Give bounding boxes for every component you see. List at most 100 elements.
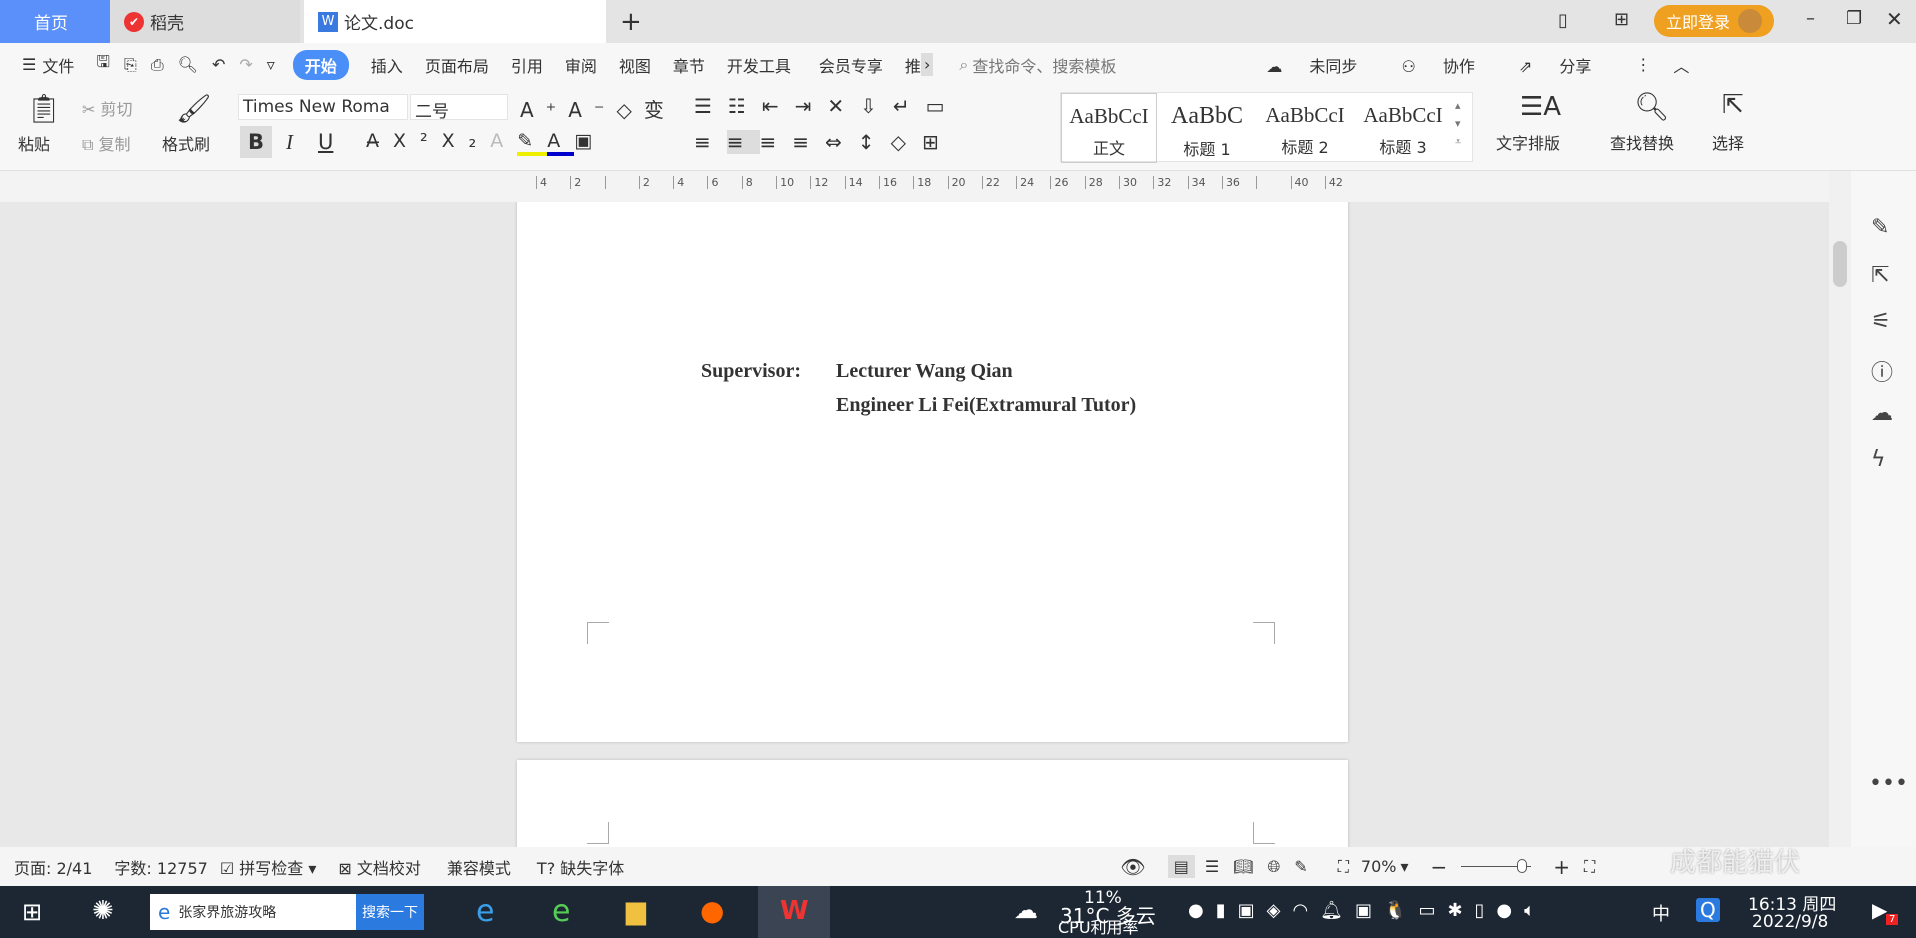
menu-insert[interactable]: 插入 <box>371 53 403 77</box>
zoom-out-button[interactable]: − <box>1430 855 1447 879</box>
menu-chapter[interactable]: 章节 <box>673 53 705 77</box>
q-app-icon[interactable]: Q <box>1696 898 1720 922</box>
tab-home[interactable]: 首页 <box>0 0 110 43</box>
command-search-input[interactable]: 查找命令、搜索模板 <box>972 53 1116 77</box>
style-heading-2[interactable]: AaBbCcI 标题 2 <box>1257 93 1353 163</box>
restore-button[interactable]: ❐ <box>1846 8 1862 29</box>
close-button[interactable]: ✕ <box>1886 7 1903 31</box>
lightning-icon[interactable]: ϟ <box>1871 447 1886 472</box>
missing-font-button[interactable]: T? 缺失字体 <box>537 855 624 879</box>
cloud-tool-icon[interactable]: ☁ <box>1871 401 1893 426</box>
browser-search-input[interactable]: e 张家界旅游攻略 <box>150 894 356 930</box>
pen-icon[interactable]: ✎ <box>1871 215 1889 240</box>
zoom-slider[interactable] <box>1461 859 1532 873</box>
document-page[interactable]: Supervisor: Lecturer Wang Qian Engineer … <box>517 202 1348 742</box>
help-icon[interactable]: ⓘ <box>1871 355 1893 387</box>
spell-check-button[interactable]: ☑ 拼写检查 ▾ <box>220 855 317 879</box>
print-icon[interactable]: ⎙ <box>151 55 164 75</box>
style-heading-1[interactable]: AaBbC 标题 1 <box>1159 93 1255 163</box>
zoom-slider-thumb[interactable] <box>1517 859 1528 873</box>
reading-view-icon[interactable]: 📖︎ <box>1233 857 1253 876</box>
style-scroll-icons[interactable]: ▴ ▾ ⩡ <box>1455 97 1461 151</box>
style-normal[interactable]: AaBbCcI 正文 <box>1061 93 1157 163</box>
search-go-button[interactable]: 搜索一下 <box>356 894 424 930</box>
preview-icon[interactable]: 🔍︎ <box>178 55 198 74</box>
more-dots-icon[interactable]: ••• <box>1869 771 1908 796</box>
more-icon[interactable]: ⋮ <box>1635 55 1651 74</box>
undo-icon[interactable]: ↶ <box>212 55 225 74</box>
outline-view-icon[interactable]: ☰ <box>1205 857 1219 876</box>
sync-button[interactable]: ☁ 未同步 <box>1266 53 1379 77</box>
green-browser-icon[interactable]: e <box>552 894 570 929</box>
clock-date[interactable]: 2022/9/8 <box>1752 912 1828 932</box>
menu-icon[interactable]: ☰ <box>22 55 36 74</box>
document-area[interactable]: Supervisor: Lecturer Wang Qian Engineer … <box>0 202 1829 847</box>
menu-more-chevron-icon[interactable]: › <box>920 53 934 76</box>
select-button[interactable]: 选择 <box>1712 130 1744 154</box>
minimize-button[interactable]: – <box>1806 8 1815 29</box>
text-layout-button[interactable]: 文字排版 <box>1496 130 1560 154</box>
page-view-icon[interactable]: ▤ <box>1167 855 1195 878</box>
copy-button[interactable]: ⧉ 复制 <box>82 131 131 155</box>
cursor-icon[interactable]: ⇱ <box>1871 263 1889 288</box>
menu-file[interactable]: 文件 <box>42 53 74 77</box>
paste-button[interactable]: 粘贴 <box>18 131 50 155</box>
app-swirl-icon[interactable]: ✺ <box>92 896 114 926</box>
proofread-button[interactable]: ⊠ 文档校对 <box>338 855 421 879</box>
bold-button[interactable]: B <box>240 126 272 158</box>
style-heading-3[interactable]: AaBbCcI 标题 3 <box>1355 93 1451 163</box>
horizontal-ruler[interactable]: 4 2 2 4 6 8 10 12 14 16 18 20 22 24 26 28 30 32 34 36 40 42 <box>0 171 1916 202</box>
layout-icon[interactable]: ▯ <box>1558 10 1568 31</box>
file-explorer-icon[interactable]: ▆ <box>626 896 646 926</box>
menu-layout[interactable]: 页面布局 <box>425 53 489 77</box>
underline-button[interactable]: U <box>318 130 333 154</box>
menu-recommend[interactable]: 推 <box>905 53 921 77</box>
ime-indicator[interactable]: 中 <box>1652 900 1670 926</box>
alignment-icons[interactable]: ≡≡≡≡⇔↕◇⊞ <box>694 130 955 154</box>
cut-button[interactable]: ✂ 剪切 <box>82 96 133 120</box>
zoom-dropdown-icon[interactable]: ▾ <box>1400 857 1408 876</box>
wps-taskbar-button[interactable]: W <box>758 886 830 938</box>
collab-button[interactable]: ⚇ 协作 <box>1401 53 1496 77</box>
export-icon[interactable]: ⎘ <box>124 55 137 75</box>
tab-daoke[interactable]: ✔ 稻壳 <box>110 0 300 43</box>
find-replace-button[interactable]: 查找替换 <box>1610 130 1674 154</box>
tab-document[interactable]: W 论文.doc <box>304 0 606 43</box>
menu-review[interactable]: 审阅 <box>565 53 597 77</box>
grid-icon[interactable]: ⊞ <box>1614 9 1629 30</box>
font-size-select[interactable]: 二号 <box>410 94 508 122</box>
paragraph-list-icons[interactable]: ☰☷⇤⇥✕⇩↵▭ <box>694 94 961 118</box>
font-select[interactable]: Times New Roma <box>238 94 408 120</box>
menu-view[interactable]: 视图 <box>619 53 651 77</box>
write-view-icon[interactable]: ✎ <box>1294 857 1307 876</box>
customize-icon[interactable]: ▿ <box>267 55 275 74</box>
fit-page-icon[interactable]: ⛶ <box>1338 857 1349 877</box>
zoom-level[interactable]: 70% <box>1361 857 1397 876</box>
new-tab-button[interactable]: + <box>606 0 642 43</box>
web-view-icon[interactable]: 🌐︎ <box>1267 857 1280 877</box>
menu-start[interactable]: 开始 <box>292 49 349 80</box>
fullscreen-icon[interactable]: ⛶ <box>1584 857 1595 877</box>
tray-icons[interactable]: ●▮▣◈◠🔔︎▣🐧▭✱▯●🔈︎ <box>1188 900 1547 921</box>
italic-button[interactable]: I <box>286 130 293 155</box>
paste-icon[interactable]: 📋︎ <box>26 92 62 125</box>
save-icon[interactable]: 🖫 <box>96 51 110 78</box>
word-count[interactable]: 字数: 12757 <box>114 855 207 879</box>
document-page-next[interactable] <box>517 760 1348 847</box>
eye-protection-icon[interactable]: 👁︎ <box>1120 855 1145 879</box>
menu-developer[interactable]: 开发工具 <box>727 53 791 77</box>
font-grow-shrink-clear-icons[interactable]: A⁺A⁻◇变 <box>520 94 676 123</box>
ie-browser-icon[interactable]: e <box>476 894 494 929</box>
collapse-ribbon-icon[interactable]: ︿ <box>1673 53 1689 77</box>
share-button[interactable]: ⇗ 分享 <box>1519 53 1614 77</box>
vertical-scrollbar[interactable] <box>1829 171 1851 847</box>
login-button[interactable]: 立即登录 <box>1654 5 1774 37</box>
text-effects-icons[interactable]: A̶X²X₂A✎A▣ <box>366 130 606 156</box>
settings-sliders-icon[interactable]: ⚟ <box>1871 309 1891 334</box>
zoom-in-button[interactable]: + <box>1553 855 1570 879</box>
windows-start-icon[interactable]: ⊞ <box>22 898 42 926</box>
redo-icon[interactable]: ↷ <box>239 55 252 74</box>
format-painter-button[interactable]: 格式刷 <box>162 131 210 155</box>
menu-reference[interactable]: 引用 <box>511 53 543 77</box>
cat-app-icon[interactable]: ● <box>700 894 724 927</box>
